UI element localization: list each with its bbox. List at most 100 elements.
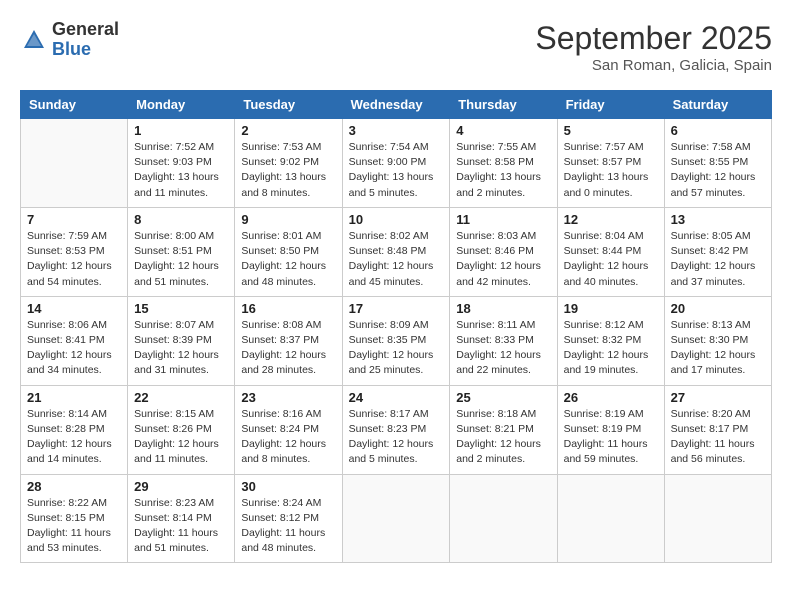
logo-text: General Blue xyxy=(52,20,119,60)
day-info: Sunrise: 8:17 AM Sunset: 8:23 PM Dayligh… xyxy=(349,407,444,468)
day-number: 22 xyxy=(134,390,228,405)
day-number: 13 xyxy=(671,212,765,227)
day-number: 27 xyxy=(671,390,765,405)
day-cell: 13 Sunrise: 8:05 AM Sunset: 8:42 PM Dayli… xyxy=(664,207,771,296)
day-cell: 20 Sunrise: 8:13 AM Sunset: 8:30 PM Dayli… xyxy=(664,296,771,385)
column-header-sunday: Sunday xyxy=(21,91,128,119)
logo: General Blue xyxy=(20,20,119,60)
day-cell: 12 Sunrise: 8:04 AM Sunset: 8:44 PM Dayli… xyxy=(557,207,664,296)
week-row-5: 28 Sunrise: 8:22 AM Sunset: 8:15 PM Dayli… xyxy=(21,474,772,563)
day-info: Sunrise: 8:01 AM Sunset: 8:50 PM Dayligh… xyxy=(241,229,335,290)
day-info: Sunrise: 7:54 AM Sunset: 9:00 PM Dayligh… xyxy=(349,140,444,201)
column-header-wednesday: Wednesday xyxy=(342,91,450,119)
day-info: Sunrise: 8:15 AM Sunset: 8:26 PM Dayligh… xyxy=(134,407,228,468)
day-number: 26 xyxy=(564,390,658,405)
logo-general-text: General xyxy=(52,20,119,40)
day-cell: 30 Sunrise: 8:24 AM Sunset: 8:12 PM Dayli… xyxy=(235,474,342,563)
day-info: Sunrise: 7:59 AM Sunset: 8:53 PM Dayligh… xyxy=(27,229,121,290)
day-cell: 24 Sunrise: 8:17 AM Sunset: 8:23 PM Dayli… xyxy=(342,385,450,474)
day-info: Sunrise: 8:05 AM Sunset: 8:42 PM Dayligh… xyxy=(671,229,765,290)
day-info: Sunrise: 8:13 AM Sunset: 8:30 PM Dayligh… xyxy=(671,318,765,379)
day-number: 1 xyxy=(134,123,228,138)
day-cell xyxy=(557,474,664,563)
column-header-saturday: Saturday xyxy=(664,91,771,119)
column-header-monday: Monday xyxy=(128,91,235,119)
day-cell: 15Sunrise: 8:07 AM Sunset: 8:39 PM Dayli… xyxy=(128,296,235,385)
day-number: 12 xyxy=(564,212,658,227)
page-header: General Blue September 2025 San Roman, G… xyxy=(20,20,772,74)
day-number: 18 xyxy=(456,301,550,316)
day-cell: 25Sunrise: 8:18 AM Sunset: 8:21 PM Dayli… xyxy=(450,385,557,474)
day-number: 6 xyxy=(671,123,765,138)
day-info: Sunrise: 8:03 AM Sunset: 8:46 PM Dayligh… xyxy=(456,229,550,290)
calendar-table: SundayMondayTuesdayWednesdayThursdayFrid… xyxy=(20,90,772,563)
day-info: Sunrise: 7:55 AM Sunset: 8:58 PM Dayligh… xyxy=(456,140,550,201)
day-cell: 6 Sunrise: 7:58 AM Sunset: 8:55 PM Daylig… xyxy=(664,119,771,208)
day-info: Sunrise: 8:19 AM Sunset: 8:19 PM Dayligh… xyxy=(564,407,658,468)
day-cell: 29 Sunrise: 8:23 AM Sunset: 8:14 PM Dayli… xyxy=(128,474,235,563)
day-number: 14 xyxy=(27,301,121,316)
day-info: Sunrise: 8:09 AM Sunset: 8:35 PM Dayligh… xyxy=(349,318,444,379)
logo-blue-text: Blue xyxy=(52,40,119,60)
day-number: 4 xyxy=(456,123,550,138)
day-number: 29 xyxy=(134,479,228,494)
day-cell: 19 Sunrise: 8:12 AM Sunset: 8:32 PM Dayli… xyxy=(557,296,664,385)
day-info: Sunrise: 7:53 AM Sunset: 9:02 PM Dayligh… xyxy=(241,140,335,201)
day-info: Sunrise: 8:20 AM Sunset: 8:17 PM Dayligh… xyxy=(671,407,765,468)
week-row-2: 7 Sunrise: 7:59 AM Sunset: 8:53 PM Daylig… xyxy=(21,207,772,296)
day-number: 19 xyxy=(564,301,658,316)
column-header-friday: Friday xyxy=(557,91,664,119)
day-cell: 9 Sunrise: 8:01 AM Sunset: 8:50 PM Daylig… xyxy=(235,207,342,296)
day-info: Sunrise: 8:24 AM Sunset: 8:12 PM Dayligh… xyxy=(241,496,335,557)
day-cell: 8 Sunrise: 8:00 AM Sunset: 8:51 PM Daylig… xyxy=(128,207,235,296)
day-cell: 2 Sunrise: 7:53 AM Sunset: 9:02 PM Daylig… xyxy=(235,119,342,208)
day-cell: 22 Sunrise: 8:15 AM Sunset: 8:26 PM Dayli… xyxy=(128,385,235,474)
day-number: 23 xyxy=(241,390,335,405)
day-info: Sunrise: 8:11 AM Sunset: 8:33 PM Dayligh… xyxy=(456,318,550,379)
day-number: 21 xyxy=(27,390,121,405)
day-number: 24 xyxy=(349,390,444,405)
day-cell xyxy=(664,474,771,563)
day-cell: 28 Sunrise: 8:22 AM Sunset: 8:15 PM Dayli… xyxy=(21,474,128,563)
week-row-4: 21 Sunrise: 8:14 AM Sunset: 8:28 PM Dayli… xyxy=(21,385,772,474)
month-title: September 2025 xyxy=(535,20,772,57)
day-info: Sunrise: 8:16 AM Sunset: 8:24 PM Dayligh… xyxy=(241,407,335,468)
day-number: 20 xyxy=(671,301,765,316)
day-cell: 26 Sunrise: 8:19 AM Sunset: 8:19 PM Dayli… xyxy=(557,385,664,474)
day-cell: 23 Sunrise: 8:16 AM Sunset: 8:24 PM Dayli… xyxy=(235,385,342,474)
day-number: 17 xyxy=(349,301,444,316)
day-number: 16 xyxy=(241,301,335,316)
day-cell: 16 Sunrise: 8:08 AM Sunset: 8:37 PM Dayli… xyxy=(235,296,342,385)
day-number: 10 xyxy=(349,212,444,227)
day-info: Sunrise: 8:00 AM Sunset: 8:51 PM Dayligh… xyxy=(134,229,228,290)
day-number: 5 xyxy=(564,123,658,138)
day-info: Sunrise: 7:57 AM Sunset: 8:57 PM Dayligh… xyxy=(564,140,658,201)
day-cell: 1Sunrise: 7:52 AM Sunset: 9:03 PM Daylig… xyxy=(128,119,235,208)
day-cell: 5 Sunrise: 7:57 AM Sunset: 8:57 PM Daylig… xyxy=(557,119,664,208)
day-number: 2 xyxy=(241,123,335,138)
week-row-1: 1Sunrise: 7:52 AM Sunset: 9:03 PM Daylig… xyxy=(21,119,772,208)
day-info: Sunrise: 8:06 AM Sunset: 8:41 PM Dayligh… xyxy=(27,318,121,379)
day-number: 9 xyxy=(241,212,335,227)
day-number: 25 xyxy=(456,390,550,405)
day-number: 28 xyxy=(27,479,121,494)
day-info: Sunrise: 7:58 AM Sunset: 8:55 PM Dayligh… xyxy=(671,140,765,201)
day-cell: 18 Sunrise: 8:11 AM Sunset: 8:33 PM Dayli… xyxy=(450,296,557,385)
day-info: Sunrise: 8:14 AM Sunset: 8:28 PM Dayligh… xyxy=(27,407,121,468)
day-cell xyxy=(342,474,450,563)
day-info: Sunrise: 8:12 AM Sunset: 8:32 PM Dayligh… xyxy=(564,318,658,379)
day-cell: 21 Sunrise: 8:14 AM Sunset: 8:28 PM Dayli… xyxy=(21,385,128,474)
column-header-tuesday: Tuesday xyxy=(235,91,342,119)
day-cell xyxy=(450,474,557,563)
day-number: 30 xyxy=(241,479,335,494)
day-cell: 3Sunrise: 7:54 AM Sunset: 9:00 PM Daylig… xyxy=(342,119,450,208)
day-info: Sunrise: 8:07 AM Sunset: 8:39 PM Dayligh… xyxy=(134,318,228,379)
day-info: Sunrise: 8:04 AM Sunset: 8:44 PM Dayligh… xyxy=(564,229,658,290)
day-cell: 7 Sunrise: 7:59 AM Sunset: 8:53 PM Daylig… xyxy=(21,207,128,296)
day-info: Sunrise: 8:08 AM Sunset: 8:37 PM Dayligh… xyxy=(241,318,335,379)
day-info: Sunrise: 8:22 AM Sunset: 8:15 PM Dayligh… xyxy=(27,496,121,557)
day-number: 8 xyxy=(134,212,228,227)
day-cell xyxy=(21,119,128,208)
day-info: Sunrise: 8:23 AM Sunset: 8:14 PM Dayligh… xyxy=(134,496,228,557)
day-number: 7 xyxy=(27,212,121,227)
